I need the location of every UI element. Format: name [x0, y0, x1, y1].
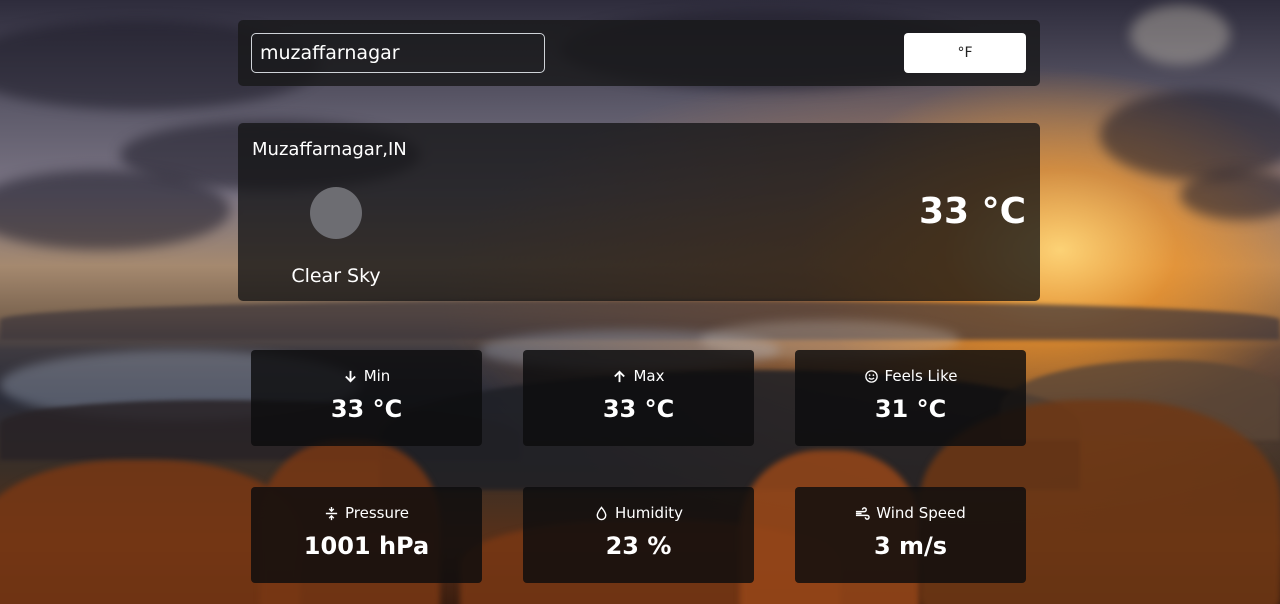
- stat-label: Wind Speed: [876, 504, 966, 522]
- unit-toggle-button[interactable]: °F: [904, 33, 1026, 73]
- location-label: Muzaffarnagar,IN: [252, 139, 407, 160]
- smile-icon: [864, 369, 878, 383]
- stat-max: Max 33 °C: [523, 350, 754, 446]
- arrow-down-icon: [344, 370, 356, 383]
- stat-label: Feels Like: [884, 367, 958, 385]
- stat-label: Pressure: [344, 504, 410, 522]
- stat-value: 23 %: [605, 532, 672, 560]
- stat-value: 31 °C: [874, 395, 947, 423]
- droplet-icon: [596, 505, 607, 520]
- weather-icon: [310, 187, 362, 239]
- stat-label: Humidity: [614, 504, 683, 522]
- search-input[interactable]: [251, 33, 545, 73]
- wind-icon: [856, 506, 870, 520]
- stat-feels-like: Feels Like 31 °C: [795, 350, 1026, 446]
- stat-value: 1001 hPa: [303, 532, 430, 560]
- stat-label: Max: [633, 367, 665, 385]
- stat-wind-speed: Wind Speed 3 m/s: [795, 487, 1026, 583]
- stat-value: 3 m/s: [873, 532, 948, 560]
- stat-value: 33 °C: [330, 395, 403, 423]
- stat-value: 33 °C: [602, 395, 675, 423]
- stat-humidity: Humidity 23 %: [523, 487, 754, 583]
- current-weather-card: Muzaffarnagar,IN Clear Sky 33 °C: [238, 123, 1040, 301]
- stat-pressure: Pressure 1001 hPa: [251, 487, 482, 583]
- stat-min: Min 33 °C: [251, 350, 482, 446]
- search-bar: °F: [238, 20, 1040, 86]
- arrow-up-icon: [614, 369, 626, 382]
- pressure-icon: [325, 506, 338, 520]
- weather-description: Clear Sky: [291, 265, 381, 287]
- stat-label: Min: [363, 367, 391, 385]
- current-temperature: 33 °C: [918, 191, 1026, 232]
